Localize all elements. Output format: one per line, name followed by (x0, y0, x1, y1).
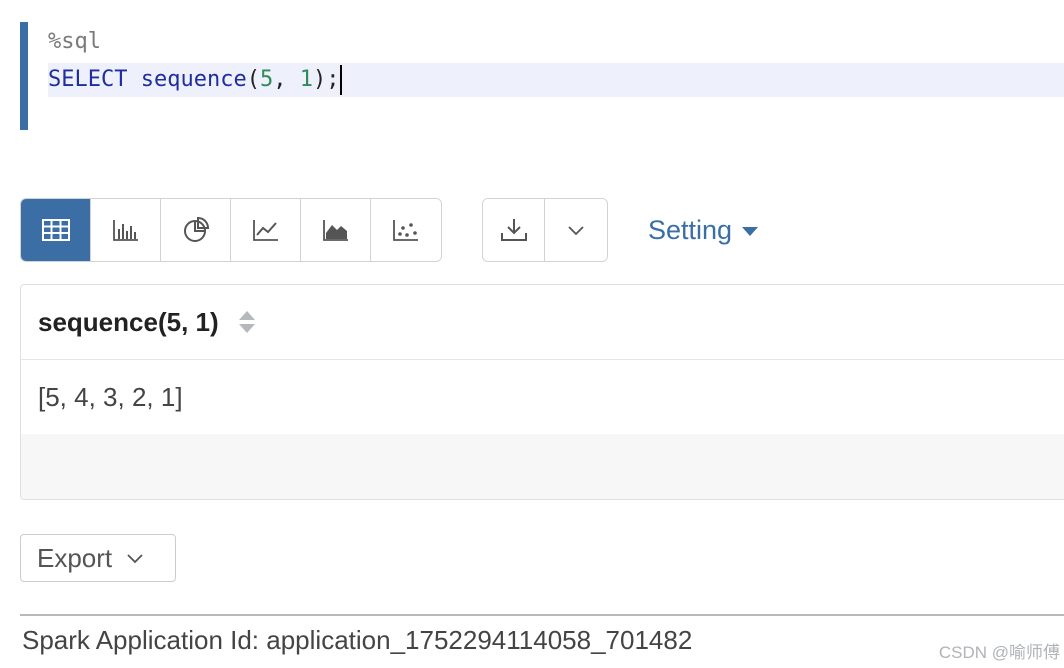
chevron-down-icon (568, 226, 584, 236)
spark-application-id: Spark Application Id: application_175229… (22, 625, 693, 655)
table-cell: [5, 4, 3, 2, 1] (38, 381, 183, 412)
text-cursor (340, 65, 343, 95)
code-line-magic[interactable]: %sql (48, 25, 1064, 59)
sql-separator: , (273, 67, 300, 92)
area-chart-icon (322, 220, 348, 241)
line-chart-icon (252, 220, 278, 241)
sql-arg-1: 5 (259, 67, 274, 92)
chevron-down-icon (127, 554, 143, 564)
area-chart-button[interactable] (301, 199, 371, 261)
download-options-button[interactable] (545, 199, 607, 261)
editor-gutter-bar (20, 22, 28, 130)
visualization-toolbar (20, 198, 442, 262)
table-icon (41, 219, 70, 241)
scatter-chart-button[interactable] (371, 199, 441, 261)
table-view-button[interactable] (21, 199, 91, 261)
sort-down-icon (238, 324, 255, 333)
sql-arg-2: 1 (299, 67, 313, 92)
table-header: sequence(5, 1) (21, 285, 1064, 360)
bar-chart-button[interactable] (91, 199, 161, 261)
table-empty-area (21, 434, 1064, 499)
table-row: [5, 4, 3, 2, 1] (21, 360, 1064, 434)
bar-chart-icon (112, 220, 138, 241)
line-chart-button[interactable] (231, 199, 301, 261)
sql-paren-open: ( (246, 67, 260, 92)
export-label: Export (37, 542, 113, 573)
download-icon (500, 219, 527, 241)
caret-down-icon (742, 226, 759, 236)
pie-chart-icon (183, 217, 209, 242)
export-button[interactable]: Export (20, 534, 176, 582)
sql-function: sequence (140, 67, 247, 92)
download-button[interactable] (483, 199, 545, 261)
magic-text: %sql (48, 29, 101, 54)
column-header[interactable]: sequence(5, 1) (38, 307, 219, 338)
code-line-query[interactable]: SELECT sequence(5, 1); (48, 63, 1064, 97)
sort-up-icon (238, 311, 255, 320)
sort-icon[interactable] (238, 311, 255, 333)
setting-label: Setting (648, 215, 733, 245)
pie-chart-button[interactable] (161, 199, 231, 261)
sql-paren-close: ); (312, 67, 340, 92)
scatter-chart-icon (393, 220, 418, 241)
setting-toggle[interactable]: Setting (648, 212, 759, 248)
watermark: CSDN @喻师傅 (938, 643, 1060, 662)
code-editor[interactable]: %sql SELECT sequence(5, 1); (20, 22, 1064, 130)
download-toolbar (482, 198, 608, 262)
footer-divider (20, 614, 1064, 616)
result-table: sequence(5, 1) [5, 4, 3, 2, 1] (20, 284, 1064, 500)
sql-keyword: SELECT (48, 67, 128, 92)
